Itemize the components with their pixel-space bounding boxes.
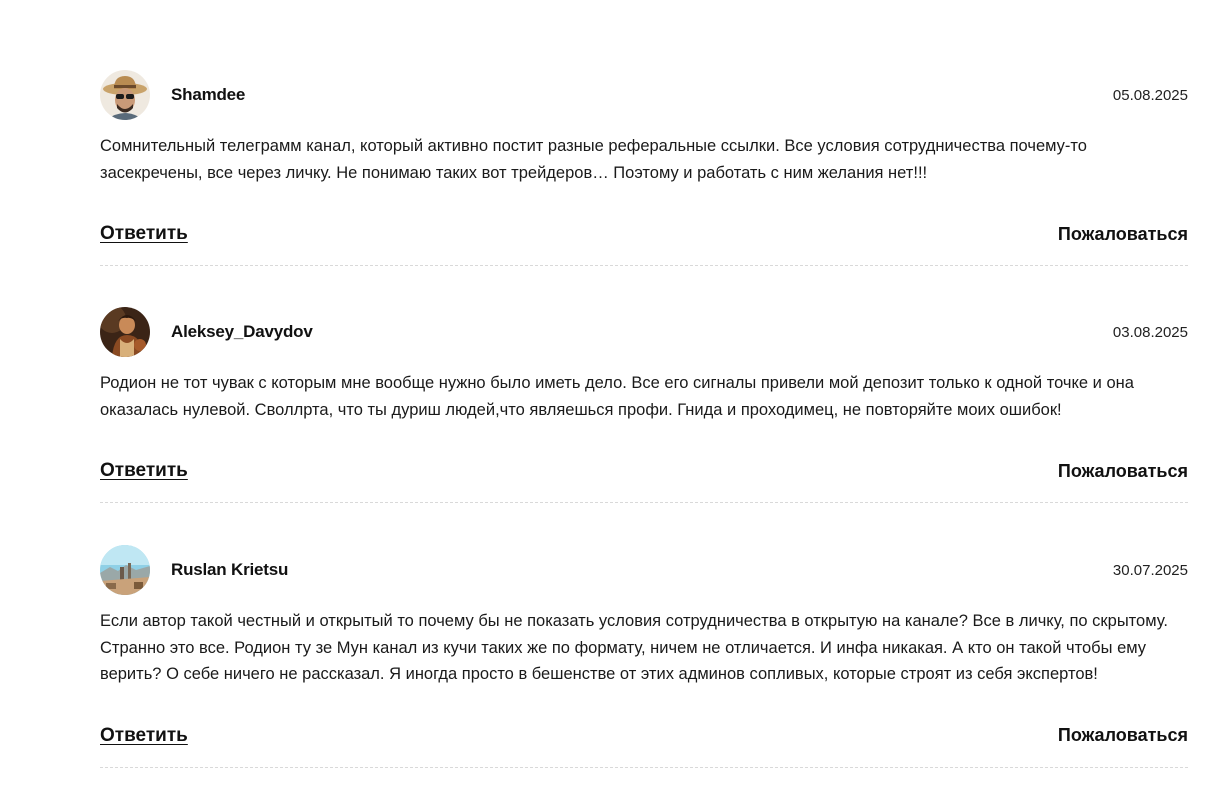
comment-header: Aleksey_Davydov 03.08.2025 bbox=[100, 307, 1188, 357]
comment-item: Aleksey_Davydov 03.08.2025 Родион не тот… bbox=[100, 307, 1188, 503]
comment-text: Родион не тот чувак с которым мне вообще… bbox=[100, 374, 1134, 419]
comment-header: Shamdee 05.08.2025 bbox=[100, 70, 1188, 120]
comment-author: Aleksey_Davydov bbox=[171, 322, 313, 341]
comment-date: 30.07.2025 bbox=[1112, 561, 1188, 579]
reply-button[interactable]: Ответить bbox=[100, 460, 188, 482]
comment-divider bbox=[100, 502, 1188, 503]
comment-author: Shamdee bbox=[171, 85, 246, 104]
comment-text: Если автор такой честный и открытый то п… bbox=[100, 612, 1168, 683]
comment-divider bbox=[100, 766, 1188, 768]
avatar[interactable] bbox=[100, 70, 150, 120]
comment-date: 03.08.2025 bbox=[1112, 323, 1188, 341]
report-button[interactable]: Пожаловаться bbox=[1058, 224, 1188, 245]
reply-button[interactable]: Ответить bbox=[100, 725, 188, 747]
comment-item: Shamdee 05.08.2025 Сомнительный телеграм… bbox=[100, 70, 1188, 266]
avatar[interactable] bbox=[100, 545, 150, 595]
comment-header: Ruslan Krietsu 30.07.2025 bbox=[100, 545, 1188, 595]
avatar[interactable] bbox=[100, 307, 150, 357]
comment-actions: Ответить Пожаловаться bbox=[100, 222, 1188, 246]
comment-divider bbox=[100, 265, 1188, 266]
comment-text: Сомнительный телеграмм канал, который ак… bbox=[100, 137, 1087, 182]
report-button[interactable]: Пожаловаться bbox=[1058, 725, 1188, 746]
comment-actions: Ответить Пожаловаться bbox=[100, 459, 1188, 483]
comment-item: Ruslan Krietsu 30.07.2025 Если автор так… bbox=[100, 545, 1188, 768]
report-button[interactable]: Пожаловаться bbox=[1058, 461, 1188, 482]
comment-author: Ruslan Krietsu bbox=[171, 560, 289, 579]
comment-actions: Ответить Пожаловаться bbox=[100, 724, 1188, 748]
comment-date: 05.08.2025 bbox=[1112, 86, 1188, 104]
reply-button[interactable]: Ответить bbox=[100, 223, 188, 245]
